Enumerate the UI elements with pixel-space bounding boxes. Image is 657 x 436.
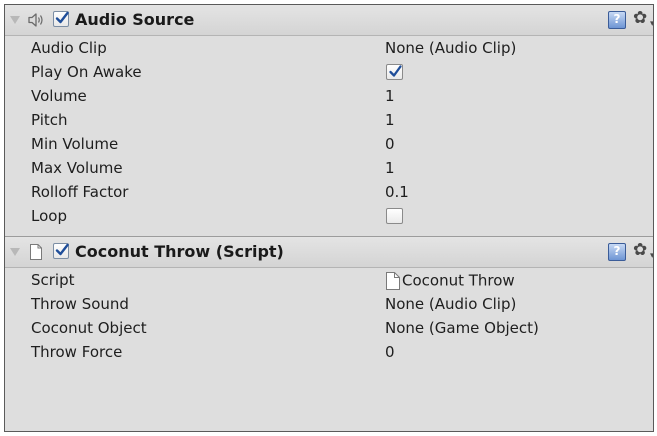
audio-source-header[interactable]: Audio Source ? ✿ ▾	[5, 5, 653, 36]
property-row-max-volume: Max Volume 1	[5, 156, 653, 180]
component-title: Coconut Throw (Script)	[75, 242, 284, 261]
property-row-throw-sound: Throw Sound None (Audio Clip)	[5, 292, 653, 316]
property-label: Coconut Object	[31, 319, 147, 337]
property-label: Audio Clip	[31, 39, 107, 57]
speaker-icon	[27, 11, 45, 29]
throw-force-field[interactable]: 0	[385, 343, 395, 361]
coconut-throw-header[interactable]: Coconut Throw (Script) ? ✿ ▾	[5, 236, 653, 268]
property-label: Pitch	[31, 111, 68, 129]
help-icon[interactable]: ?	[608, 243, 626, 261]
coconut-object-field[interactable]: None (Game Object)	[385, 319, 539, 337]
property-row-volume: Volume 1	[5, 84, 653, 108]
gear-icon[interactable]: ✿	[633, 241, 647, 259]
property-row-play-on-awake: Play On Awake	[5, 60, 653, 84]
throw-sound-field[interactable]: None (Audio Clip)	[385, 295, 516, 313]
property-row-min-volume: Min Volume 0	[5, 132, 653, 156]
property-label: Volume	[31, 87, 87, 105]
play-on-awake-checkbox[interactable]	[386, 64, 403, 80]
property-row-coconut-object: Coconut Object None (Game Object)	[5, 316, 653, 340]
audio-clip-field[interactable]: None (Audio Clip)	[385, 39, 516, 57]
foldout-arrow-icon[interactable]	[10, 248, 20, 256]
audio-source-component: Audio Source ? ✿ ▾ Audio Clip None (Audi…	[5, 5, 653, 236]
rolloff-factor-field[interactable]: 0.1	[385, 183, 409, 201]
property-label: Play On Awake	[31, 63, 142, 81]
max-volume-field[interactable]: 1	[385, 159, 395, 177]
foldout-arrow-icon[interactable]	[10, 16, 20, 24]
property-row-rolloff-factor: Rolloff Factor 0.1	[5, 180, 653, 204]
property-row-loop: Loop	[5, 204, 653, 228]
coconut-throw-enabled-checkbox[interactable]	[53, 243, 69, 259]
menu-caret-icon[interactable]: ▾	[650, 19, 653, 29]
property-label: Max Volume	[31, 159, 123, 177]
gear-icon[interactable]: ✿	[633, 9, 647, 27]
loop-checkbox[interactable]	[386, 208, 403, 224]
property-row-throw-force: Throw Force 0	[5, 340, 653, 364]
menu-caret-icon[interactable]: ▾	[650, 251, 653, 261]
property-row-script: Script Coconut Throw	[5, 268, 653, 292]
pitch-field[interactable]: 1	[385, 111, 395, 129]
audio-source-enabled-checkbox[interactable]	[53, 11, 69, 27]
property-label: Throw Sound	[31, 295, 129, 313]
script-field[interactable]: Coconut Throw	[385, 270, 515, 291]
help-icon[interactable]: ?	[608, 11, 626, 29]
script-file-icon	[27, 243, 45, 261]
property-label: Min Volume	[31, 135, 119, 153]
property-label: Throw Force	[31, 343, 123, 361]
script-field-value: Coconut Throw	[402, 271, 515, 290]
volume-field[interactable]: 1	[385, 87, 395, 105]
property-label: Loop	[31, 207, 67, 225]
property-label: Script	[31, 271, 75, 289]
property-label: Rolloff Factor	[31, 183, 129, 201]
inspector-panel: Audio Source ? ✿ ▾ Audio Clip None (Audi…	[4, 4, 654, 432]
property-row-pitch: Pitch 1	[5, 108, 653, 132]
min-volume-field[interactable]: 0	[385, 135, 395, 153]
component-title: Audio Source	[75, 10, 195, 29]
script-file-icon	[386, 271, 400, 290]
property-row-audio-clip: Audio Clip None (Audio Clip)	[5, 36, 653, 60]
coconut-throw-component: Coconut Throw (Script) ? ✿ ▾ Script Coco…	[5, 236, 653, 370]
